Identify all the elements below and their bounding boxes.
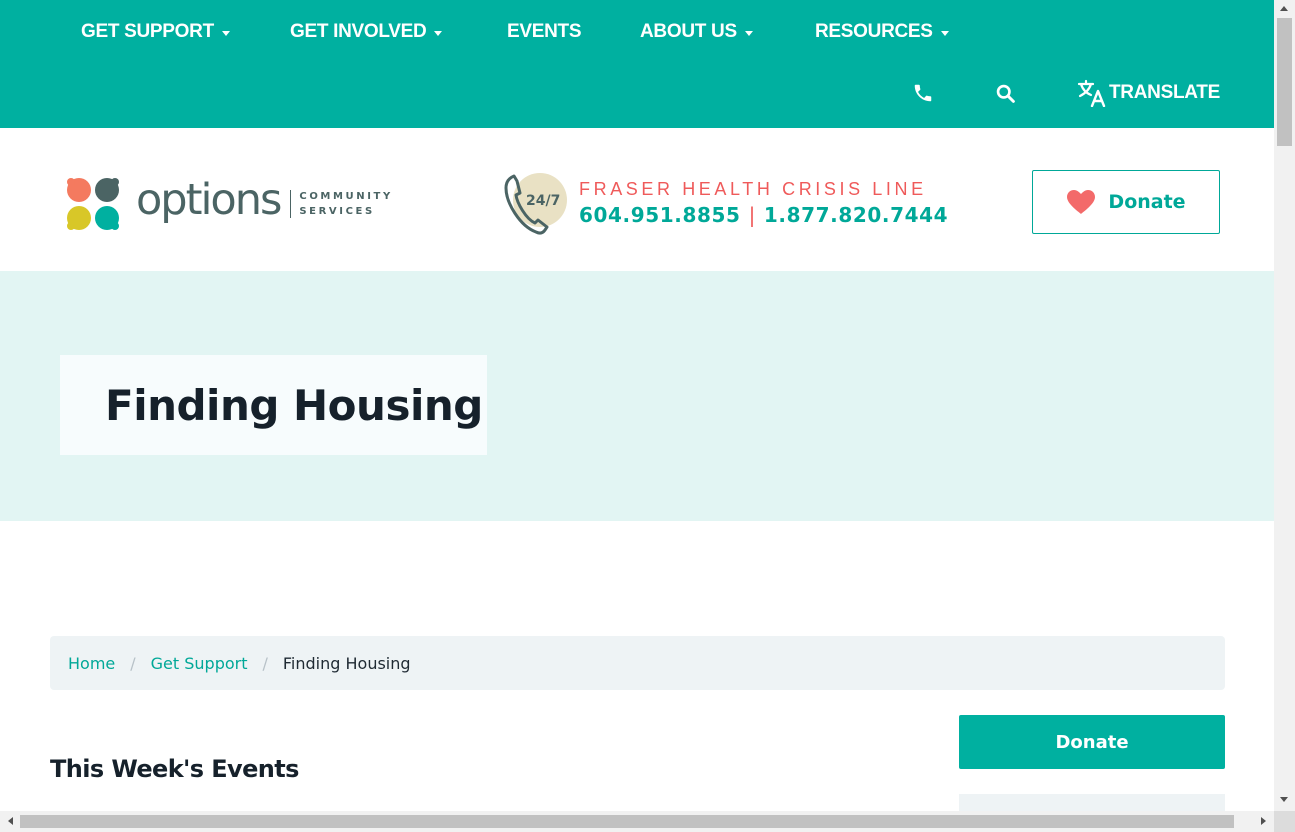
crisis-line: 24/7 FRASER HEALTH CRISIS LINE 604.951.8… [502,170,948,236]
page-viewport: GET SUPPORT GET INVOLVED EVENTS ABOUT US… [0,0,1274,811]
horizontal-scrollbar[interactable] [0,811,1274,832]
events-heading: This Week's Events [50,755,299,783]
options-logo[interactable]: options COMMUNITY SERVICES [62,172,393,236]
top-navigation-bar: GET SUPPORT GET INVOLVED EVENTS ABOUT US… [0,0,1274,128]
header-donate-label: Donate [1108,191,1186,213]
crisis-line-title: FRASER HEALTH CRISIS LINE [579,179,927,199]
vertical-scrollbar[interactable] [1274,0,1295,811]
phone-24-7-icon: 24/7 [504,173,567,235]
breadcrumb-current: Finding Housing [282,653,411,673]
breadcrumb-separator: / [262,653,268,673]
sidebar-donate-label: Donate [1055,731,1129,753]
crisis-phone-badge: 24/7 [502,170,568,236]
crisis-badge-label: 24/7 [526,193,560,209]
sidebar-panel [959,794,1225,811]
nav-resources-label: RESOURCES [815,21,933,42]
crisis-phone-separator: | [748,203,756,227]
translate-icon [1077,79,1106,107]
page-title: Finding Housing [105,380,483,430]
breadcrumb-home[interactable]: Home [68,654,115,673]
nav-get-support-label: GET SUPPORT [81,21,214,42]
nav-resources[interactable]: RESOURCES [815,19,949,45]
phone-button[interactable] [912,79,934,107]
search-icon [996,84,1015,103]
scroll-up-arrow-icon[interactable] [1280,6,1288,11]
site-header: options COMMUNITY SERVICES 24/7 FRASER H… [0,128,1274,271]
breadcrumb: Home / Get Support / Finding Housing [50,636,1225,690]
logo-wordmark: options [136,175,282,225]
search-button[interactable] [995,79,1016,107]
vertical-scrollbar-thumb[interactable] [1277,18,1292,146]
sidebar-donate-button[interactable]: Donate [959,715,1225,769]
caret-down-icon [744,30,753,36]
nav-about-us[interactable]: ABOUT US [640,19,753,45]
scroll-down-arrow-icon[interactable] [1280,797,1288,802]
logo-subline-2: SERVICES [299,206,375,217]
heart-icon [1067,190,1096,214]
hero-banner: Finding Housing [0,271,1274,521]
nav-get-involved[interactable]: GET INVOLVED [290,19,443,45]
horizontal-scrollbar-thumb[interactable] [20,815,1234,828]
scrollbar-corner [1274,811,1295,832]
crisis-phone-1[interactable]: 604.951.8855 [579,203,741,227]
translate-button[interactable]: TRANSLATE [1077,79,1220,107]
scroll-left-arrow-icon[interactable] [8,817,13,825]
breadcrumb-separator: / [130,653,136,673]
breadcrumb-get-support[interactable]: Get Support [151,654,248,673]
logo-subline-1: COMMUNITY [299,191,393,202]
crisis-line-text: FRASER HEALTH CRISIS LINE 604.951.8855 | 1… [579,177,948,229]
logo-divider [290,190,292,218]
caret-down-icon [221,30,230,36]
nav-about-us-label: ABOUT US [640,21,737,42]
caret-down-icon [940,30,949,36]
header-donate-button[interactable]: Donate [1032,170,1220,234]
nav-get-involved-label: GET INVOLVED [290,21,427,42]
nav-get-support[interactable]: GET SUPPORT [81,19,230,45]
logo-subline: COMMUNITY SERVICES [299,189,392,219]
options-flower-logo-icon [67,178,119,230]
crisis-phone-2[interactable]: 1.877.820.7444 [764,203,948,227]
phone-icon [914,84,932,102]
caret-down-icon [434,30,443,36]
nav-events-label: EVENTS [507,21,582,42]
crisis-line-phones: 604.951.8855 | 1.877.820.7444 [579,201,948,229]
translate-label: TRANSLATE [1109,82,1220,103]
nav-events[interactable]: EVENTS [507,19,582,45]
hero-title-box: Finding Housing [60,355,487,455]
scroll-right-arrow-icon[interactable] [1261,817,1266,825]
